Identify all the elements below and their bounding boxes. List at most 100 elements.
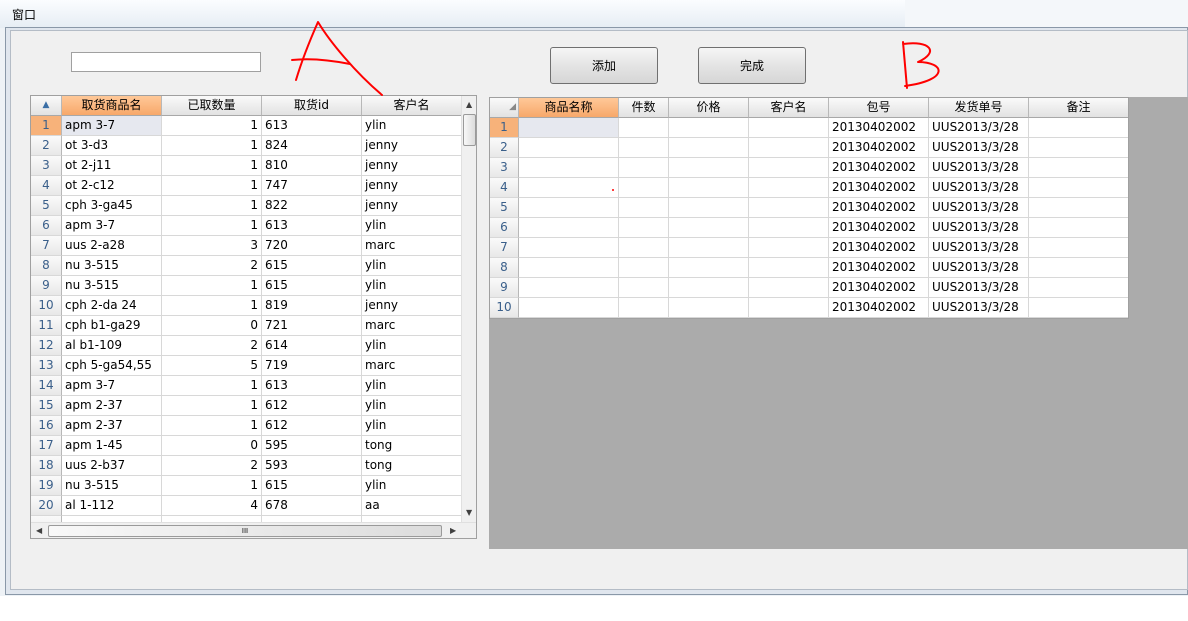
table-row[interactable]: 3 ot 2-j11 1 810 jenny xyxy=(31,156,462,176)
row-header[interactable]: 6 xyxy=(31,216,62,236)
cell-product-name[interactable] xyxy=(519,298,619,318)
cell-quantity[interactable]: 1 xyxy=(162,116,262,136)
scroll-up-icon[interactable]: ▲ xyxy=(466,100,472,110)
cell-product-name[interactable]: nu 3-515 xyxy=(62,476,162,496)
cell-price[interactable] xyxy=(669,218,749,238)
table-row[interactable]: 1 20130402002 UUS2013/3/28 xyxy=(490,118,1128,138)
cell-shipment-no[interactable]: UUS2013/3/28 xyxy=(929,298,1029,318)
cell-product-name[interactable] xyxy=(519,158,619,178)
cell-package-no[interactable]: 20130402002 xyxy=(829,118,929,138)
cell-customer[interactable]: jenny xyxy=(362,296,462,316)
column-header[interactable]: 客户名 xyxy=(362,96,462,116)
table-row[interactable]: 6 20130402002 UUS2013/3/28 xyxy=(490,218,1128,238)
table-row[interactable]: 7 uus 2-a28 3 720 marc xyxy=(31,236,462,256)
cell-product-name[interactable] xyxy=(519,118,619,138)
cell-product-name[interactable] xyxy=(519,178,619,198)
table-row[interactable]: 4 ot 2-c12 1 747 jenny xyxy=(31,176,462,196)
cell-pickup-id[interactable]: 719 xyxy=(262,356,362,376)
shipment-grid[interactable]: ◢ 商品名称 件数 价格 客户名 包号 发货单号 备注 1 20130402002… xyxy=(489,97,1129,319)
table-row[interactable]: 8 nu 3-515 2 615 ylin xyxy=(31,256,462,276)
cell-product-name[interactable] xyxy=(519,138,619,158)
cell-product-name[interactable] xyxy=(519,258,619,278)
cell-note[interactable] xyxy=(1029,278,1128,298)
triangle-icon[interactable]: ◢ xyxy=(490,98,519,118)
row-header[interactable]: 12 xyxy=(31,336,62,356)
cell-product-name[interactable]: apm 1-45 xyxy=(62,436,162,456)
cell-count[interactable] xyxy=(619,118,669,138)
row-header[interactable]: 20 xyxy=(31,496,62,516)
cell-customer[interactable]: ylin xyxy=(362,476,462,496)
column-header[interactable]: 包号 xyxy=(829,98,929,118)
cell-quantity[interactable]: 5 xyxy=(162,356,262,376)
row-header[interactable]: 8 xyxy=(31,256,62,276)
cell-quantity[interactable]: 1 xyxy=(162,196,262,216)
cell-customer[interactable]: jenny xyxy=(362,136,462,156)
cell-customer[interactable] xyxy=(749,238,829,258)
cell-quantity[interactable]: 1 xyxy=(162,396,262,416)
cell-product-name[interactable]: nu 3-515 xyxy=(62,256,162,276)
row-header[interactable]: 16 xyxy=(31,416,62,436)
row-header[interactable]: 8 xyxy=(490,258,519,278)
cell-product-name[interactable]: cph b1-ga29 xyxy=(62,316,162,336)
column-header[interactable]: 发货单号 xyxy=(929,98,1029,118)
column-header[interactable]: 取货商品名 xyxy=(62,96,162,116)
cell-price[interactable] xyxy=(669,118,749,138)
table-row[interactable]: 4 20130402002 UUS2013/3/28 xyxy=(490,178,1128,198)
cell-customer[interactable]: aa xyxy=(362,496,462,516)
cell-note[interactable] xyxy=(1029,138,1128,158)
row-header[interactable]: 9 xyxy=(490,278,519,298)
cell-customer[interactable]: ylin xyxy=(362,336,462,356)
cell-customer[interactable] xyxy=(749,258,829,278)
cell-count[interactable] xyxy=(619,238,669,258)
column-header[interactable]: 已取数量 xyxy=(162,96,262,116)
cell-quantity[interactable]: 1 xyxy=(162,376,262,396)
cell-quantity[interactable]: 2 xyxy=(162,336,262,356)
cell-product-name[interactable]: apm 2-37 xyxy=(62,416,162,436)
cell-customer[interactable] xyxy=(749,158,829,178)
table-row[interactable]: 10 cph 2-da 24 1 819 jenny xyxy=(31,296,462,316)
table-row[interactable]: 9 20130402002 UUS2013/3/28 xyxy=(490,278,1128,298)
cell-customer[interactable]: tong xyxy=(362,436,462,456)
column-header[interactable]: 备注 xyxy=(1029,98,1128,118)
cell-product-name[interactable]: cph 3-ga45 xyxy=(62,196,162,216)
table-row[interactable]: 7 20130402002 UUS2013/3/28 xyxy=(490,238,1128,258)
cell-product-name[interactable]: apm 3-7 xyxy=(62,376,162,396)
table-row[interactable]: 12 al b1-109 2 614 ylin xyxy=(31,336,462,356)
cell-customer[interactable]: marc xyxy=(362,356,462,376)
cell-product-name[interactable]: al 1-112 xyxy=(62,496,162,516)
row-header[interactable]: 15 xyxy=(31,396,62,416)
cell-shipment-no[interactable]: UUS2013/3/28 xyxy=(929,158,1029,178)
cell-customer[interactable]: marc xyxy=(362,316,462,336)
cell-price[interactable] xyxy=(669,178,749,198)
cell-pickup-id[interactable]: 824 xyxy=(262,136,362,156)
cell-price[interactable] xyxy=(669,258,749,278)
pickup-grid[interactable]: ▲ 取货商品名 已取数量 取货id 客户名 1 apm 3-7 1 613 ylin 2 o… xyxy=(30,95,477,539)
cell-customer[interactable]: tong xyxy=(362,456,462,476)
cell-shipment-no[interactable]: UUS2013/3/28 xyxy=(929,178,1029,198)
cell-count[interactable] xyxy=(619,198,669,218)
cell-count[interactable] xyxy=(619,258,669,278)
cell-customer[interactable]: marc xyxy=(362,236,462,256)
cell-shipment-no[interactable]: UUS2013/3/28 xyxy=(929,238,1029,258)
vertical-scrollbar[interactable]: ▲ ▼ xyxy=(461,96,476,522)
cell-pickup-id[interactable]: 810 xyxy=(262,156,362,176)
table-row[interactable]: 18 uus 2-b37 2 593 tong xyxy=(31,456,462,476)
row-header[interactable]: 4 xyxy=(490,178,519,198)
cell-pickup-id[interactable]: 614 xyxy=(262,336,362,356)
cell-pickup-id[interactable]: 613 xyxy=(262,216,362,236)
cell-pickup-id[interactable]: 613 xyxy=(262,376,362,396)
scroll-down-icon[interactable]: ▼ xyxy=(466,508,472,518)
table-row[interactable]: 9 nu 3-515 1 615 ylin xyxy=(31,276,462,296)
cell-pickup-id[interactable]: 613 xyxy=(262,116,362,136)
cell-quantity[interactable]: 1 xyxy=(162,156,262,176)
cell-product-name[interactable] xyxy=(519,278,619,298)
column-header[interactable]: 客户名 xyxy=(749,98,829,118)
add-button[interactable]: 添加 xyxy=(550,47,658,84)
cell-customer[interactable]: ylin xyxy=(362,216,462,236)
cell-product-name[interactable]: ot 2-j11 xyxy=(62,156,162,176)
search-input[interactable] xyxy=(71,52,261,72)
cell-price[interactable] xyxy=(669,198,749,218)
cell-note[interactable] xyxy=(1029,298,1128,318)
row-header[interactable]: 13 xyxy=(31,356,62,376)
cell-package-no[interactable]: 20130402002 xyxy=(829,158,929,178)
